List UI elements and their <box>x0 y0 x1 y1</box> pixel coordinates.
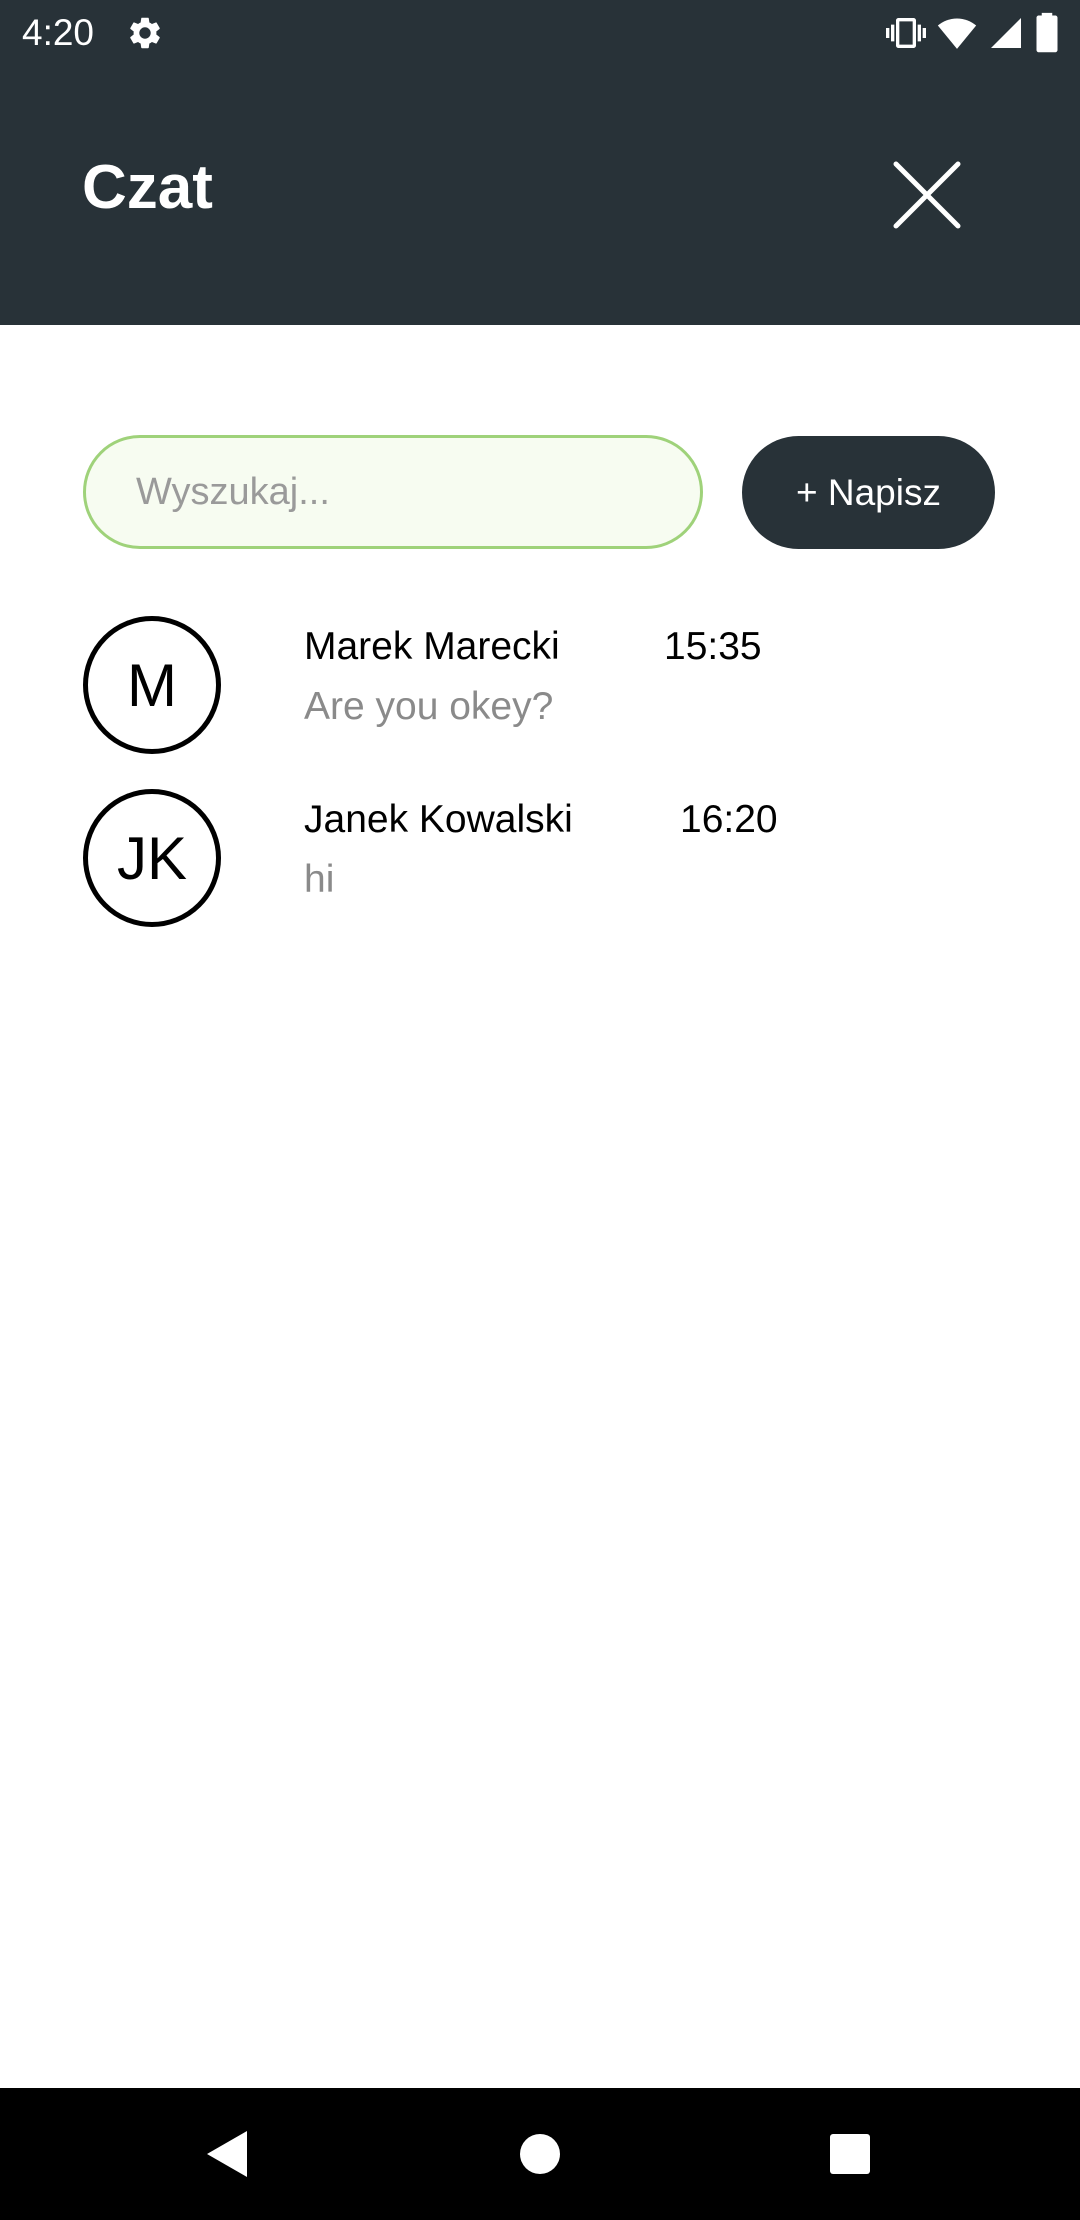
avatar: JK <box>83 789 221 927</box>
settings-icon <box>130 17 160 49</box>
message-preview: hi <box>304 858 335 901</box>
status-bar: 4:20 <box>0 0 1080 66</box>
system-nav-bar <box>0 2088 1080 2220</box>
back-icon <box>207 2131 247 2177</box>
close-button[interactable] <box>890 158 964 232</box>
battery-icon <box>1036 12 1058 53</box>
vibrate-icon <box>886 18 926 48</box>
conversation-item[interactable]: M Marek Marecki 15:35 Are you okey? <box>0 616 1080 766</box>
contact-name: Marek Marecki <box>304 625 560 668</box>
avatar: M <box>83 616 221 754</box>
wifi-icon <box>937 18 977 49</box>
recents-icon <box>830 2134 870 2174</box>
home-button[interactable] <box>480 2088 600 2220</box>
conversation-item[interactable]: JK Janek Kowalski 16:20 hi <box>0 789 1080 939</box>
home-icon <box>520 2134 560 2174</box>
recents-button[interactable] <box>790 2088 910 2220</box>
new-message-button[interactable]: + Napisz <box>742 436 995 549</box>
app-header: Czat <box>0 66 1080 325</box>
search-input[interactable] <box>83 435 703 549</box>
back-button[interactable] <box>167 2088 287 2220</box>
close-icon <box>893 161 961 229</box>
cell-signal-icon <box>991 18 1021 48</box>
page-title: Czat <box>82 153 213 222</box>
message-time: 15:35 <box>664 625 762 668</box>
contact-name: Janek Kowalski <box>304 798 573 841</box>
message-preview: Are you okey? <box>304 685 554 728</box>
status-time: 4:20 <box>22 12 95 53</box>
chat-screen: 4:20 Czat Wyszukaj... + Napisz M Marek M… <box>0 0 1080 2220</box>
message-time: 16:20 <box>680 798 778 841</box>
status-icons <box>886 12 1060 54</box>
